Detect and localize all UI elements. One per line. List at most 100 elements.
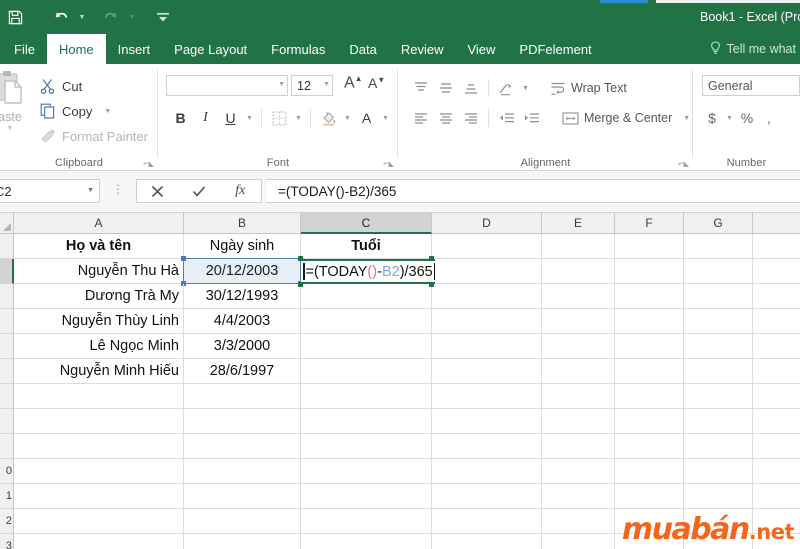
cell-F10[interactable] — [615, 459, 684, 484]
cell-A10[interactable] — [14, 459, 184, 484]
column-header-F[interactable]: F — [615, 213, 684, 234]
cell-x9[interactable] — [753, 434, 800, 459]
italic-button[interactable]: I — [193, 106, 218, 130]
confirm-icon[interactable] — [180, 180, 218, 202]
row-header[interactable]: 2 — [0, 509, 14, 534]
formula-input[interactable]: =(TODAY()-B2)/365 — [266, 179, 800, 203]
cell-D7[interactable] — [432, 384, 542, 409]
row-header[interactable]: 3 — [0, 534, 14, 549]
cell-A11[interactable] — [14, 484, 184, 509]
cell-G5[interactable] — [684, 334, 753, 359]
tab-formulas[interactable]: Formulas — [259, 34, 337, 64]
cell-F8[interactable] — [615, 409, 684, 434]
alignment-dialog-launcher[interactable]: ⌐◣ — [678, 159, 689, 169]
decrease-font-size-button[interactable]: A▼ — [368, 75, 385, 91]
align-left-button[interactable] — [408, 106, 433, 130]
fill-color-button[interactable] — [316, 106, 341, 130]
fill-color-dropdown-caret[interactable]: ▼ — [341, 106, 354, 130]
cell-G9[interactable] — [684, 434, 753, 459]
undo-icon[interactable] — [46, 2, 76, 32]
cell-G10[interactable] — [684, 459, 753, 484]
cut-button[interactable]: Cut — [40, 76, 82, 96]
cell-E7[interactable] — [542, 384, 615, 409]
cell-D3[interactable] — [432, 284, 542, 309]
paste-button[interactable]: aste ▼ — [0, 70, 36, 142]
decrease-indent-button[interactable] — [494, 106, 519, 130]
cell-A9[interactable] — [14, 434, 184, 459]
font-color-button[interactable]: A — [354, 106, 379, 130]
edit-handle-bottom-right[interactable] — [429, 282, 434, 287]
comma-format-button[interactable]: , — [758, 106, 780, 130]
orientation-button[interactable] — [494, 76, 519, 100]
cell-B2[interactable]: 20/12/2003 — [181, 256, 303, 286]
cell-C13[interactable] — [301, 534, 432, 549]
cell-G11[interactable] — [684, 484, 753, 509]
insert-function-icon[interactable]: fx — [221, 180, 259, 202]
row-header[interactable]: 0 — [0, 459, 14, 484]
cell-F9[interactable] — [615, 434, 684, 459]
align-right-button[interactable] — [458, 106, 483, 130]
cell-C7[interactable] — [301, 384, 432, 409]
cell-A5[interactable]: Lê Ngọc Minh — [14, 334, 184, 359]
cell-x2[interactable] — [753, 259, 800, 284]
cell-C4[interactable] — [301, 309, 432, 334]
active-cell-editor[interactable]: =(TODAY()-B2)/365 — [301, 259, 436, 284]
row-header[interactable] — [0, 384, 14, 409]
cell-C8[interactable] — [301, 409, 432, 434]
cell-F5[interactable] — [615, 334, 684, 359]
row-header[interactable] — [0, 434, 14, 459]
cell-A2[interactable]: Nguyễn Thu Hà — [14, 259, 184, 284]
cell-C9[interactable] — [301, 434, 432, 459]
merge-center-button[interactable]: Merge & Center ▼ — [558, 106, 690, 130]
cell-B7[interactable] — [184, 384, 301, 409]
cell-G3[interactable] — [684, 284, 753, 309]
cancel-icon[interactable] — [139, 180, 177, 202]
column-header-B[interactable]: B — [184, 213, 301, 234]
cell-x3[interactable] — [753, 284, 800, 309]
accounting-format-button[interactable]: $ — [701, 106, 723, 130]
increase-font-size-button[interactable]: A▲ — [344, 74, 363, 92]
column-header-E[interactable]: E — [542, 213, 615, 234]
font-size-input[interactable]: 12 ▼ — [291, 75, 333, 96]
cell-D4[interactable] — [432, 309, 542, 334]
font-name-caret[interactable]: ▼ — [278, 81, 285, 88]
cell-D13[interactable] — [432, 534, 542, 549]
cell-B1[interactable]: Ngày sinh — [184, 234, 301, 259]
tab-insert[interactable]: Insert — [106, 34, 163, 64]
cell-D11[interactable] — [432, 484, 542, 509]
accounting-dropdown-caret[interactable]: ▼ — [723, 106, 736, 130]
align-center-button[interactable] — [433, 106, 458, 130]
cell-F4[interactable] — [615, 309, 684, 334]
font-color-dropdown-caret[interactable]: ▼ — [379, 106, 392, 130]
cell-B9[interactable] — [184, 434, 301, 459]
tab-data[interactable]: Data — [337, 34, 388, 64]
cell-G7[interactable] — [684, 384, 753, 409]
name-box[interactable]: C2 ▼ — [0, 179, 100, 203]
cell-E1[interactable] — [542, 234, 615, 259]
customize-quick-access-icon[interactable] — [148, 2, 178, 32]
format-painter-button[interactable]: Format Painter — [40, 126, 148, 146]
tell-me-search[interactable]: Tell me what — [710, 34, 800, 64]
cell-F7[interactable] — [615, 384, 684, 409]
cell-x5[interactable] — [753, 334, 800, 359]
cell-C1[interactable]: Tuổi — [301, 234, 432, 259]
tab-view[interactable]: View — [455, 34, 507, 64]
cell-B3[interactable]: 30/12/1993 — [184, 284, 301, 309]
cell-A1[interactable]: Họ và tên — [14, 234, 184, 259]
cell-D5[interactable] — [432, 334, 542, 359]
align-bottom-button[interactable] — [458, 76, 483, 100]
cell-C11[interactable] — [301, 484, 432, 509]
cell-D8[interactable] — [432, 409, 542, 434]
cell-A12[interactable] — [14, 509, 184, 534]
redo-icon[interactable] — [96, 2, 126, 32]
column-header-G[interactable]: G — [684, 213, 753, 234]
cell-B5[interactable]: 3/3/2000 — [184, 334, 301, 359]
cell-x7[interactable] — [753, 384, 800, 409]
cell-x8[interactable] — [753, 409, 800, 434]
cell-D2[interactable] — [432, 259, 542, 284]
column-header-A[interactable]: A — [14, 213, 184, 234]
cell-E3[interactable] — [542, 284, 615, 309]
increase-indent-button[interactable] — [519, 106, 544, 130]
cell-x1[interactable] — [753, 234, 800, 259]
cell-D12[interactable] — [432, 509, 542, 534]
